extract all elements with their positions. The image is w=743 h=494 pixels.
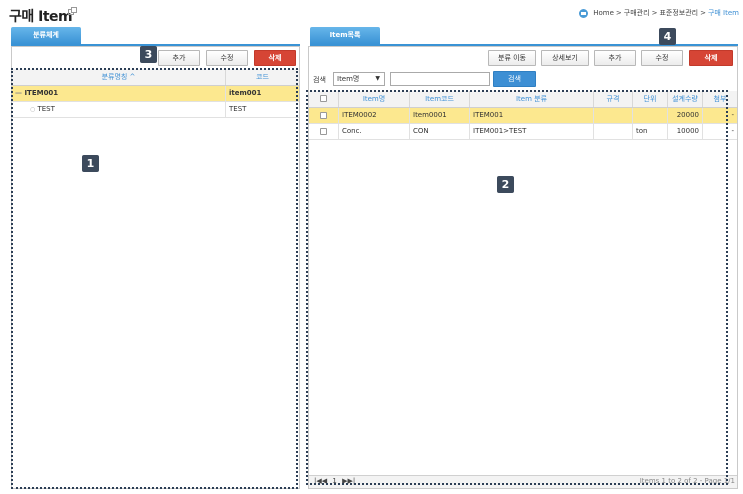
dropdown-arrow-icon: ▼ xyxy=(375,75,380,82)
breadcrumb-home[interactable]: Home xyxy=(593,9,614,17)
breadcrumb-purchase[interactable]: 구매관리 xyxy=(624,8,650,18)
annotation-outline-tree xyxy=(11,68,298,489)
popup-icon[interactable] xyxy=(68,7,77,15)
category-edit-button[interactable]: 수정 xyxy=(206,50,248,66)
item-delete-button[interactable]: 삭제 xyxy=(689,50,733,66)
page: 구매 Item Home > 구매관리 > 표준정보관리 > 구매 Item 분… xyxy=(0,0,743,494)
search-label: 검색 xyxy=(313,76,326,84)
home-icon[interactable] xyxy=(579,8,589,18)
page-title: 구매 Item xyxy=(9,9,73,25)
category-delete-button[interactable]: 삭제 xyxy=(254,50,296,66)
search-button[interactable]: 검색 xyxy=(493,71,536,87)
breadcrumb: Home > 구매관리 > 표준정보관리 > 구매 Item xyxy=(579,8,739,18)
item-edit-button[interactable]: 수정 xyxy=(641,50,683,66)
annotation-outline-grid xyxy=(306,90,728,485)
search-field-select[interactable]: Item명 ▼ xyxy=(333,72,385,86)
breadcrumb-current: 구매 Item xyxy=(707,9,739,17)
callout-badge: 1 xyxy=(82,155,99,172)
tab-category[interactable]: 분류체계 xyxy=(11,27,81,44)
callout-badge: 4 xyxy=(659,28,676,45)
item-add-button[interactable]: 추가 xyxy=(594,50,636,66)
breadcrumb-standard[interactable]: 표준정보관리 xyxy=(659,8,698,18)
tab-item-list[interactable]: Item목록 xyxy=(310,27,380,44)
search-input[interactable] xyxy=(390,72,490,86)
detail-button[interactable]: 상세보기 xyxy=(541,50,589,66)
callout-badge: 2 xyxy=(497,176,514,193)
move-category-button[interactable]: 분류 이동 xyxy=(488,50,536,66)
category-add-button[interactable]: 추가 xyxy=(158,50,200,66)
callout-badge: 3 xyxy=(140,46,157,63)
